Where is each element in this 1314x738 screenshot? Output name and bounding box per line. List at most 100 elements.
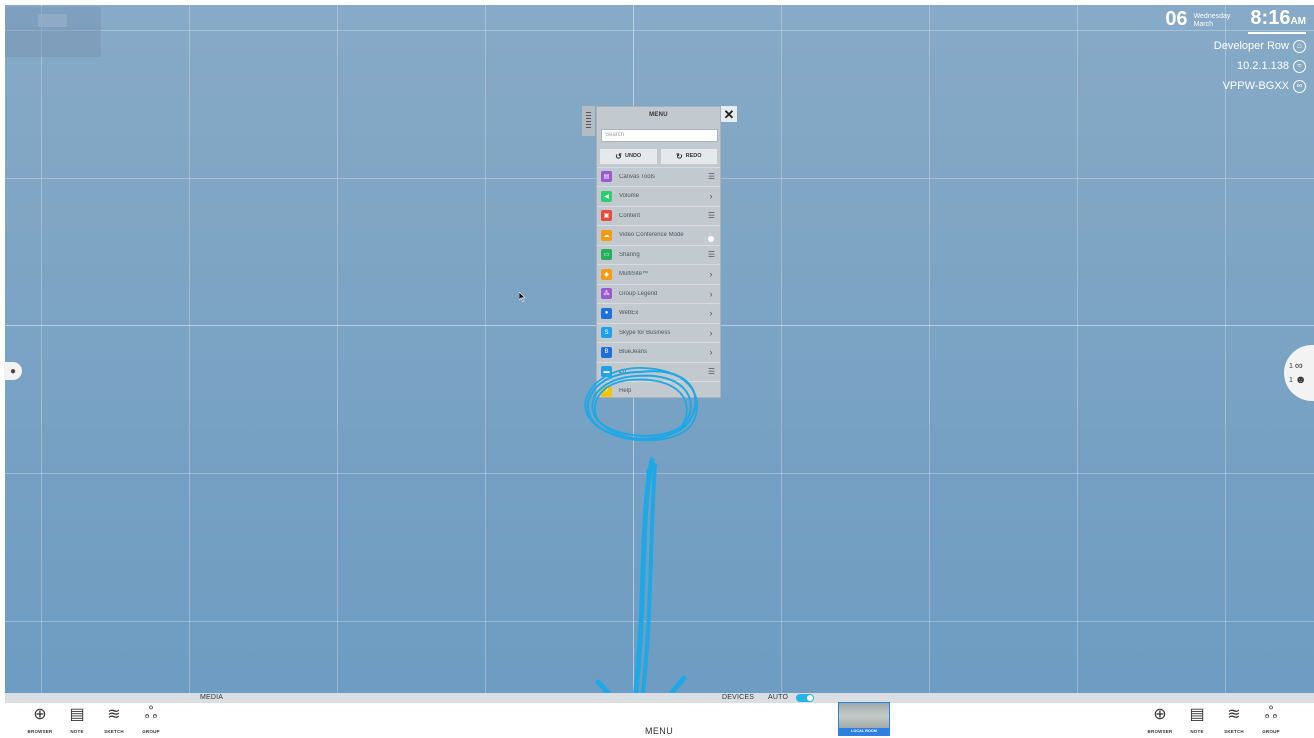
menu-drag-handle[interactable] [582,106,595,136]
video-conference-icon: ☁ [601,229,612,241]
chevron-right-icon: › [709,308,713,319]
chevron-right-icon: › [709,347,713,358]
menu-item-label: MultiSite™ [619,271,649,278]
list-icon: ☰ [707,250,715,260]
device-id: VPPW-BGXX [1222,80,1289,92]
tool-label: NOTE [1190,729,1204,734]
group-tool-button[interactable]: ஃ GROUP [1258,703,1284,734]
palette-icon: ● [9,365,17,377]
note-tool-button[interactable]: ▤ NOTE [64,703,90,734]
menu-item-webex[interactable]: ● WebEx › [597,303,720,323]
tool-label: BROWSER [27,729,53,734]
help-icon: ? [601,385,612,397]
local-room-thumbnail[interactable]: LOCAL ROOM [838,702,890,736]
left-tool-group: ⊕ BROWSER ▤ NOTE ≋ SKETCH ஃ GROUP [27,703,164,734]
menu-item-label: Skype for Business [619,329,671,336]
group-tool-button[interactable]: ஃ GROUP [138,703,164,734]
menu-item-volume[interactable]: ◀ Volume › [597,186,720,206]
globe-icon: ⊕ [1153,706,1167,723]
menu-item-label: Zo... [619,368,632,375]
menu-item-label: Group Legend [619,290,658,297]
grid-line [1225,5,1226,693]
tool-label: BROWSER [1147,729,1173,734]
date-day: 06 [1165,8,1188,30]
menu-close-button[interactable]: ✕ [721,106,737,122]
grid-line [5,30,1314,31]
list-icon: ☰ [707,367,715,377]
browser-tool-button[interactable]: ⊕ BROWSER [1147,703,1173,734]
grid-line [5,621,1314,622]
room-icon: ⌂ [1293,39,1306,53]
grid-line [5,473,1314,474]
group-icon: ஃ [1264,705,1278,722]
webex-icon: ● [601,307,612,319]
status-panel: 06 Wednesday March 8:16AM Developer Row … [1165,8,1306,94]
menu-item-zoom[interactable]: ▬ Zo... ☰ [597,361,720,382]
sketch-icon: ≋ [1227,706,1241,723]
menu-item-label: Sharing [619,251,640,258]
group-legend-icon: ⁂ [601,288,612,300]
grid-line [1077,5,1078,693]
viewer-count: 1 [1289,362,1293,370]
local-room-label: LOCAL ROOM [839,728,889,735]
globe-icon: ⊕ [33,706,47,723]
chevron-right-icon: › [709,288,713,299]
sketch-icon: ≋ [107,706,121,723]
grid-line [41,5,42,693]
menu-item-content[interactable]: ▣ Content ☰ [597,205,720,226]
clock-time: 8:16 [1250,7,1291,29]
grid-line [337,5,338,693]
undo-button[interactable]: ↺ UNDO [600,148,657,164]
chevron-right-icon: › [709,269,713,280]
tool-label: GROUP [1262,729,1280,734]
bottom-label-strip: MEDIA DEVICES AUTO [5,693,1314,703]
clock-underline [1248,32,1306,34]
binoculars-icon[interactable]: ∞ [1295,360,1303,372]
menu-item-sharing[interactable]: ▭ Sharing ☰ [597,244,720,265]
menu-item-label: WebEx [619,310,639,317]
media-label: MEDIA [200,694,224,701]
note-icon: ▤ [69,706,85,723]
menu-item-group-legend[interactable]: ⁂ Group Legend › [597,283,720,304]
zoom-icon: ▬ [601,366,612,378]
note-tool-button[interactable]: ▤ NOTE [1184,703,1210,734]
tool-label: SKETCH [1224,729,1244,734]
grid-line [929,5,930,693]
menu-item-skype[interactable]: S Skype for Business › [597,322,720,343]
participants-icon[interactable]: ☻ [1295,374,1307,386]
list-icon: ☰ [707,172,715,182]
redo-button[interactable]: ↻ REDO [660,148,717,164]
mouse-cursor-icon [519,292,526,302]
devices-label: DEVICES [722,694,755,701]
menu-launcher-label[interactable]: MENU [645,726,673,736]
sketch-tool-button[interactable]: ≋ SKETCH [101,703,127,734]
link-icon: ∞ [1293,79,1306,93]
main-menu-panel: MENU ↺ UNDO ↻ REDO ▤ Canvas Tools ☰ ◀ Volume… [596,106,721,398]
minimap[interactable] [5,7,101,57]
menu-item-label: BlueJeans [619,349,648,356]
undo-label: UNDO [625,153,642,159]
left-drawer-handle[interactable]: ● [4,362,22,380]
menu-item-bluejeans[interactable]: B BlueJeans › [597,342,720,362]
auto-label: AUTO [768,694,789,701]
clock-ampm: AM [1290,16,1306,27]
volume-icon: ◀ [601,190,612,202]
menu-title: MENU [649,112,668,118]
menu-item-label: Help [619,388,632,395]
note-icon: ▤ [1189,706,1205,723]
menu-search-input[interactable] [601,128,718,142]
canvas-tools-icon: ▤ [601,171,612,183]
menu-item-video-conference[interactable]: ☁ Video Conference Mode [597,225,720,245]
date-month: March [1193,21,1214,28]
browser-tool-button[interactable]: ⊕ BROWSER [27,703,53,734]
grid-line [485,5,486,693]
menu-item-help[interactable]: ? Help [597,381,720,401]
multisite-icon: ◆ [601,268,612,280]
tool-label: NOTE [70,729,84,734]
content-icon: ▣ [601,210,612,222]
sketch-tool-button[interactable]: ≋ SKETCH [1221,703,1247,734]
menu-item-canvas-tools[interactable]: ▤ Canvas Tools ☰ [597,166,720,187]
menu-item-multisite[interactable]: ◆ MultiSite™ › [597,264,720,284]
auto-toggle[interactable] [796,694,814,702]
grid-line [781,5,782,693]
